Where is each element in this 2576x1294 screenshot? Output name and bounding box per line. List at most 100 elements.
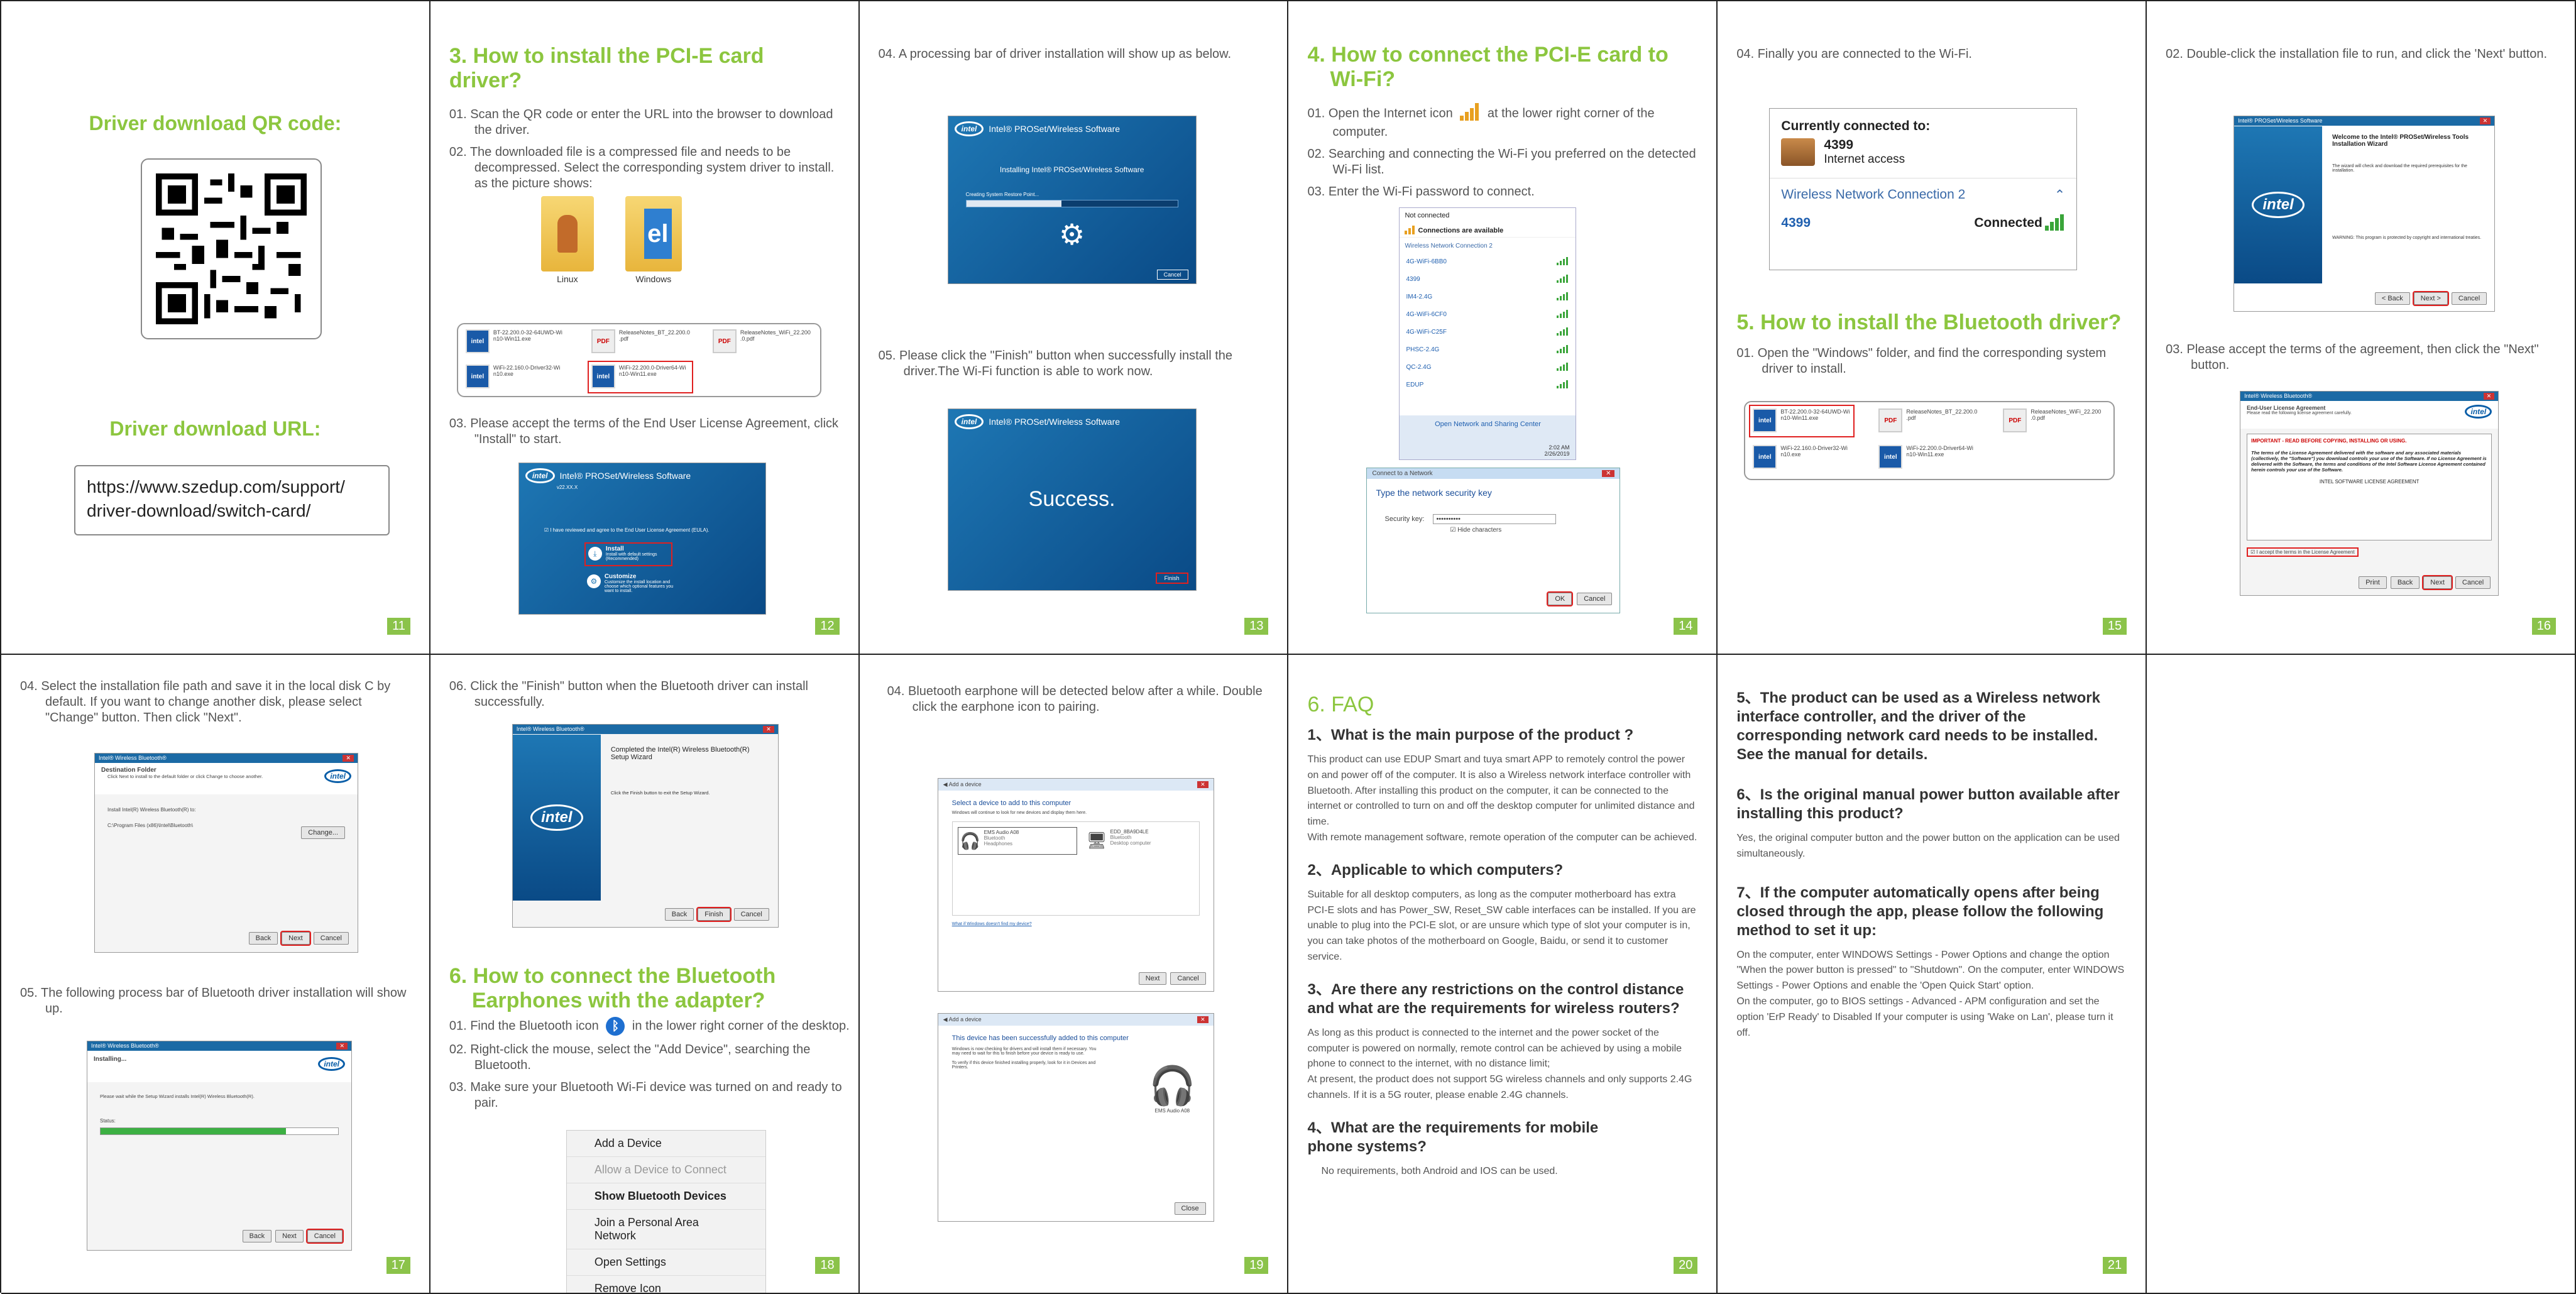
close-icon[interactable]: ✕ [1602, 470, 1615, 477]
security-key-input[interactable]: •••••••••• [1433, 514, 1557, 524]
gear-icon: ⚙ [586, 574, 601, 588]
context-menu-item[interactable]: Remove Icon [567, 1276, 765, 1293]
close-icon[interactable]: ✕ [763, 726, 774, 733]
wifi-network-item[interactable]: 4G-WiFi-C25F [1400, 321, 1576, 339]
hide-characters-checkbox[interactable]: ☑ Hide characters [1450, 527, 1620, 534]
cancel-button[interactable]: Cancel [1170, 972, 1206, 985]
next-button[interactable]: Next [275, 1230, 304, 1242]
back-button[interactable]: < Back [2374, 292, 2410, 305]
page-18: 06. Click the "Finish" button when the B… [430, 655, 860, 1294]
wifi-network-item[interactable]: EDUP [1400, 374, 1576, 392]
success-window: intel Intel® PROSet/Wireless Software Suc… [947, 408, 1197, 591]
page-number: 13 [1244, 618, 1269, 635]
clock-time: 2:02 AM [1548, 444, 1570, 451]
finish-button[interactable]: Finish [1155, 573, 1188, 584]
signal-icon [1557, 327, 1569, 336]
change-button[interactable]: Change... [301, 826, 345, 839]
context-menu-item[interactable]: Add a Device [566, 1131, 765, 1157]
cancel-button[interactable]: Cancel [733, 908, 769, 921]
connected-panel: Currently connected to: 4399 Internet acc… [1769, 108, 2078, 270]
qr-title: Driver download QR code: [89, 112, 342, 134]
close-icon[interactable]: ✕ [1197, 1016, 1209, 1023]
help-link[interactable]: What if Windows doesn't find my device? [952, 922, 1200, 926]
file-item[interactable]: intel WiFi-22.160.0-Driver32-Wi n10.exe [465, 365, 585, 388]
context-menu-item[interactable]: Join a Personal Area Network [566, 1210, 765, 1249]
next-button[interactable]: Next [2422, 575, 2453, 590]
chevron-up-icon[interactable]: ⌃ [2054, 187, 2066, 203]
close-button[interactable]: Close [1174, 1202, 1206, 1215]
customize-option[interactable]: ⚙ Customize Customize the install locatio… [584, 571, 679, 603]
page-blank [2147, 655, 2576, 1294]
device-item[interactable]: 🖥 EDD_8BA9D4LE Bluetooth Desktop computer [1085, 827, 1204, 855]
clock-date: 2/26/2019 [1544, 451, 1570, 457]
file-item[interactable]: PDF ReleaseNotes_BT_22.200.0 .pdf [1878, 408, 1998, 432]
file-item[interactable]: PDF ReleaseNotes_WiFi_22.200 .0.pdf [2003, 408, 2110, 432]
close-icon[interactable]: ✕ [343, 755, 354, 762]
step-04: 04. Bluetooth earphone will be detected … [887, 684, 1263, 714]
device-list: 🎧 EMS Audio A08 Bluetooth Headphones 🖥 EDD… [951, 821, 1200, 916]
step-03: 03. Make sure your Bluetooth Wi-Fi devic… [449, 1080, 842, 1110]
accept-checkbox[interactable]: ☑ I accept the terms in the License Agre… [2247, 547, 2359, 557]
cancel-button[interactable]: Cancel [313, 932, 349, 945]
print-button[interactable]: Print [2359, 576, 2387, 589]
faq-answer-2: Suitable for all desktop computers, as l… [1307, 889, 1696, 963]
highlight-box [1749, 405, 1855, 437]
close-icon[interactable]: ✕ [336, 1043, 348, 1050]
next-button[interactable]: Next > [2412, 291, 2449, 306]
network-center-link[interactable]: Open Network and Sharing Center [1400, 415, 1576, 428]
wifi-network-list: 4G-WiFi-6BB0 4399 IM4-2.4G 4G-WiFi-6CF0 4G-W… [1400, 251, 1576, 392]
cancel-button[interactable]: Cancel [305, 1229, 344, 1244]
ok-button[interactable]: OK [1547, 591, 1574, 606]
back-button[interactable]: Back [242, 1230, 272, 1242]
back-button[interactable]: Back [248, 932, 278, 945]
file-item[interactable]: intel WiFi-22.160.0-Driver32-Wi n10.exe [1753, 445, 1872, 469]
install-option[interactable]: ⤓ Install Install with default settings (… [584, 542, 672, 566]
back-button[interactable]: Back [2390, 576, 2420, 589]
steps-block: 01. Find the Bluetooth icon ᛒ in the low… [449, 1017, 852, 1117]
context-menu-item[interactable]: Show Bluetooth Devices [566, 1183, 765, 1210]
section-title: 3. How to install the PCI-E card driver? [449, 44, 764, 93]
cancel-button[interactable]: Cancel [2455, 576, 2491, 589]
wifi-network-item[interactable]: IM4-2.4G [1400, 286, 1576, 304]
wifi-network-item[interactable]: PHSC-2.4G [1400, 339, 1576, 356]
ssid-label: 4399 [1824, 138, 1854, 152]
next-button[interactable]: Next [280, 931, 311, 946]
file-item[interactable]: PDF ReleaseNotes_WiFi_22.200 .0.pdf [712, 329, 819, 353]
cancel-button[interactable]: Cancel [1156, 270, 1188, 280]
cancel-button[interactable]: Cancel [1577, 593, 1613, 605]
eula-checkbox[interactable]: ☑ I have reviewed and agree to the End U… [544, 527, 710, 533]
window-title: Intel® PROSet/Wireless Software [989, 124, 1121, 134]
welcome-heading: Welcome to the Intel® PROSet/Wireless To… [2332, 134, 2469, 148]
intel-file-icon: intel [1878, 445, 1903, 469]
page-15: 04. Finally you are connected to the Wi-… [1718, 1, 2147, 655]
wifi-network-item[interactable]: 4G-WiFi-6CF0 [1400, 304, 1576, 321]
page-number: 17 [386, 1257, 410, 1274]
page-number: 21 [2102, 1257, 2127, 1274]
ssid-link[interactable]: 4399 [1781, 216, 1811, 231]
step-04: 04. Select the installation file path an… [20, 679, 391, 725]
intel-logo: intel [954, 121, 984, 136]
folder-windows: el Windows [625, 196, 682, 284]
device-item[interactable]: 🎧 EMS Audio A08 Bluetooth Headphones [957, 827, 1077, 855]
cancel-button[interactable]: Cancel [2451, 292, 2487, 305]
page-12: 3. How to install the PCI-E card driver?… [430, 1, 860, 655]
file-item[interactable]: intel WiFi-22.200.0-Driver64-Wi n10-Win11… [1878, 445, 1998, 469]
gear-icon: ⚙ [1059, 218, 1085, 251]
pdf-icon: PDF [712, 329, 737, 353]
wifi-network-item[interactable]: 4399 [1400, 268, 1576, 286]
context-menu-item[interactable]: Open Settings [566, 1249, 765, 1276]
back-button[interactable]: Back [664, 908, 694, 921]
close-icon[interactable]: ✕ [2479, 118, 2491, 124]
destination-subheading: Click Next to install to the default fol… [107, 774, 263, 779]
pdf-icon: PDF [2003, 408, 2027, 432]
close-icon[interactable]: ✕ [2483, 393, 2495, 400]
context-menu-item[interactable]: Allow a Device to Connect [566, 1157, 765, 1183]
wifi-network-item[interactable]: QC-2.4G [1400, 356, 1576, 374]
file-item[interactable]: PDF ReleaseNotes_BT_22.200.0 .pdf [591, 329, 711, 353]
next-button[interactable]: Next [1138, 972, 1167, 985]
file-item[interactable]: intel BT-22.200.0-32-64UWD-Wi n10-Win11.e… [465, 329, 585, 353]
computer-icon: 🖥 [1086, 831, 1107, 850]
finish-button[interactable]: Finish [696, 907, 732, 922]
wifi-network-item[interactable]: 4G-WiFi-6BB0 [1400, 251, 1576, 268]
close-icon[interactable]: ✕ [1197, 781, 1209, 788]
